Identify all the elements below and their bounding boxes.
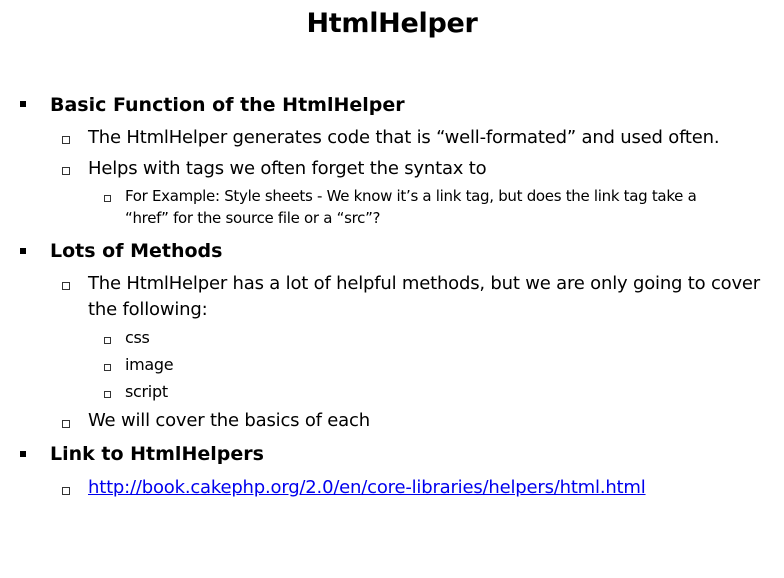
list-item-helpful-methods-line-2: the following: xyxy=(88,299,208,320)
bullet-hollow-square-icon xyxy=(62,136,70,144)
bullet-hollow-square-icon xyxy=(62,167,70,175)
htmlhelpers-docs-link[interactable]: http://book.cakephp.org/2.0/en/core-libr… xyxy=(88,477,646,498)
slide-title: HtmlHelper xyxy=(306,8,478,39)
sub-item-example-line-2: “href” for the source file or a “src”? xyxy=(125,209,381,227)
section-heading-link: Link to HtmlHelpers xyxy=(50,443,264,465)
section-heading-lots-of-methods: Lots of Methods xyxy=(50,240,223,262)
bullet-square-icon xyxy=(20,248,26,254)
list-item-cover-basics: We will cover the basics of each xyxy=(88,410,370,431)
list-item-helpful-methods-line-1: The HtmlHelper has a lot of helpful meth… xyxy=(88,273,761,294)
bullet-square-icon xyxy=(20,101,26,107)
section-heading-basic-function: Basic Function of the HtmlHelper xyxy=(50,94,405,116)
sub-item-example-line-1: For Example: Style sheets - We know it’s… xyxy=(125,187,697,205)
sub-item-image: image xyxy=(125,355,174,374)
bullet-hollow-square-icon xyxy=(62,282,70,290)
list-item-helps-with-tags: Helps with tags we often forget the synt… xyxy=(88,158,487,179)
bullet-hollow-square-icon xyxy=(104,337,111,344)
list-item-generates-code: The HtmlHelper generates code that is “w… xyxy=(88,127,720,148)
sub-item-css: css xyxy=(125,328,150,347)
bullet-hollow-square-icon xyxy=(104,391,111,398)
bullet-square-icon xyxy=(20,451,26,457)
bullet-hollow-square-icon xyxy=(104,195,111,202)
sub-item-script: script xyxy=(125,382,168,401)
bullet-hollow-square-icon xyxy=(62,420,70,428)
bullet-hollow-square-icon xyxy=(62,487,70,495)
bullet-hollow-square-icon xyxy=(104,364,111,371)
